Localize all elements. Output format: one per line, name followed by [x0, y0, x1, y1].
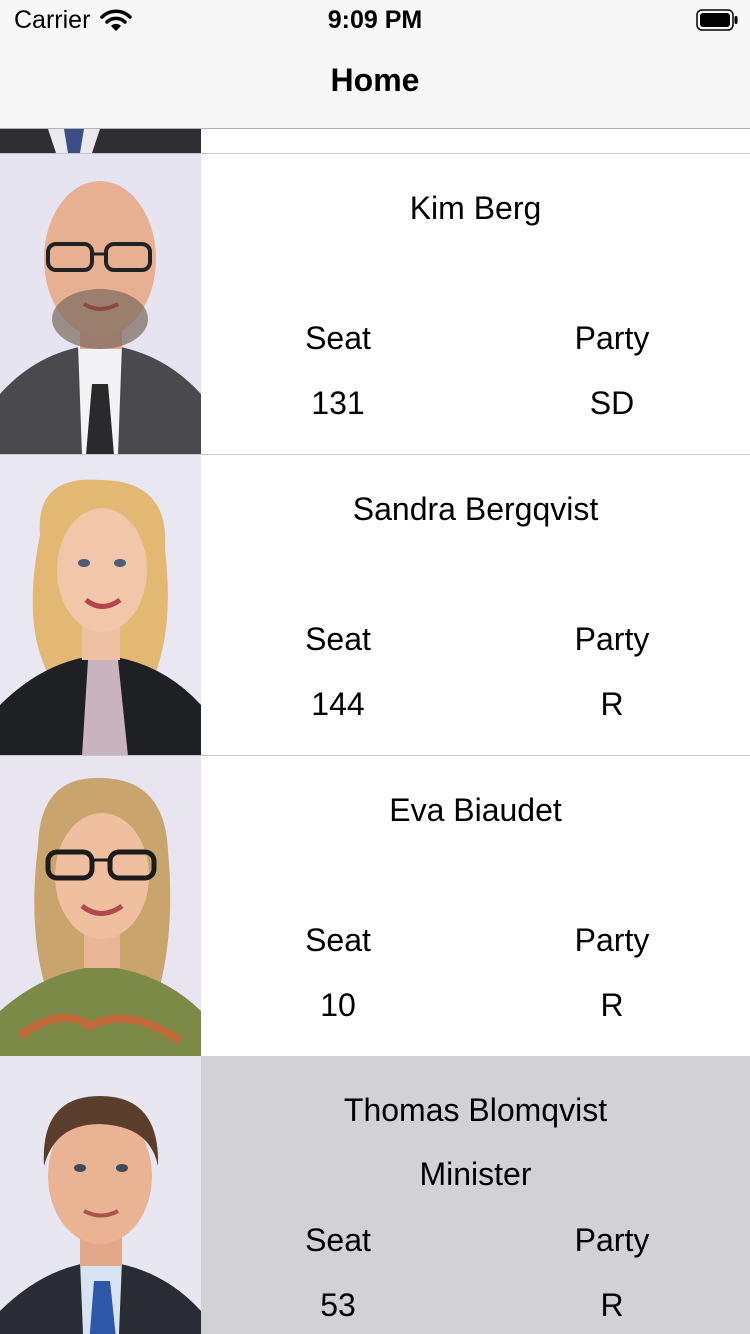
member-photo — [0, 756, 201, 1057]
member-name: Kim Berg — [409, 190, 542, 226]
party-label: Party — [574, 320, 650, 356]
seat-value: 53 — [320, 1287, 356, 1323]
party-value: R — [600, 1287, 624, 1323]
party-label: Party — [574, 621, 650, 657]
member-photo — [0, 129, 201, 153]
partial-row[interactable] — [0, 129, 750, 153]
member-name: Thomas Blomqvist — [343, 1092, 608, 1128]
seat-value: 131 — [311, 385, 365, 421]
member-photo — [0, 455, 201, 756]
status-bar: Carrier 9:09 PM — [0, 0, 750, 40]
clock: 9:09 PM — [327, 6, 423, 34]
member-photo — [0, 1056, 201, 1334]
seat-value: 10 — [320, 987, 356, 1023]
party-value: SD — [589, 385, 635, 421]
party-label: Party — [574, 922, 650, 958]
page-title: Home — [330, 62, 420, 98]
navigation-bar: Home — [0, 40, 750, 129]
list-item-selected[interactable]: Thomas Blomqvist Minister Seat Party 53 … — [0, 1056, 750, 1334]
party-value: R — [600, 987, 624, 1023]
member-photo — [0, 154, 201, 455]
member-name: Eva Biaudet — [389, 792, 562, 828]
seat-label: Seat — [305, 621, 371, 657]
member-name: Sandra Bergqvist — [352, 491, 599, 527]
seat-label: Seat — [305, 1222, 371, 1258]
list-item[interactable]: Kim Berg Seat Party 131 SD — [0, 154, 750, 455]
list-item[interactable]: Eva Biaudet Seat Party 10 R — [0, 756, 750, 1057]
list-item[interactable]: Sandra Bergqvist Seat Party 144 R — [0, 455, 750, 756]
party-value: R — [600, 686, 624, 722]
party-label: Party — [574, 1222, 650, 1258]
seat-value: 144 — [311, 686, 365, 722]
member-list[interactable]: Kim Berg Seat Party 131 SD Sandra Bergqv… — [0, 129, 750, 1334]
battery-icon — [696, 9, 738, 31]
seat-label: Seat — [305, 922, 371, 958]
member-role: Minister — [419, 1156, 532, 1192]
seat-label: Seat — [305, 320, 371, 356]
